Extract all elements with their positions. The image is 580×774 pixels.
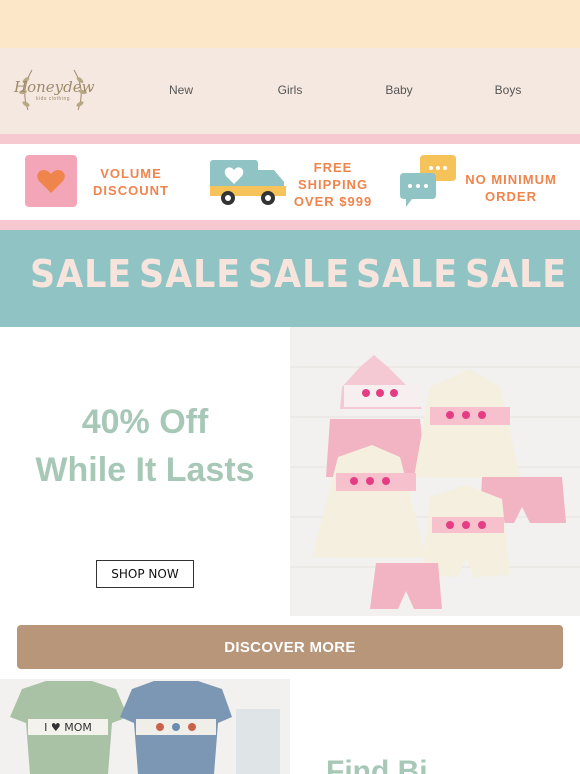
volume-line1: VOLUME xyxy=(100,166,162,181)
divider-top xyxy=(0,134,580,144)
minimum-line1: NO MINIMUM xyxy=(465,172,557,187)
promo-subheadline: While It Lasts xyxy=(35,451,255,489)
chat-bubbles-icon xyxy=(400,155,456,207)
divider-bottom xyxy=(0,220,580,230)
minimum-line2: ORDER xyxy=(485,189,537,204)
product-photo-girls-set[interactable] xyxy=(290,327,580,616)
volume-line2: DISCOUNT xyxy=(93,183,169,198)
product-photo-boys-set[interactable]: I ♥ MOM xyxy=(0,679,290,774)
heart-icon xyxy=(25,155,77,207)
top-banner xyxy=(0,0,580,48)
shop-now-button[interactable]: SHOP NOW xyxy=(96,560,194,588)
nav-new[interactable]: New xyxy=(151,83,211,97)
sale-word: SALE xyxy=(248,252,351,296)
shipping-line1: FREE xyxy=(313,160,353,175)
nav-girls[interactable]: Girls xyxy=(260,83,320,97)
brand-tagline: kids clothing xyxy=(35,96,70,102)
nav-boys[interactable]: Boys xyxy=(478,83,538,97)
brand-logo[interactable]: Honeydew kids clothing xyxy=(14,58,95,122)
header-nav: Honeydew kids clothing New Girls Baby Bo… xyxy=(0,48,580,134)
discover-more-button[interactable]: DISCOVER MORE xyxy=(17,625,563,669)
brand-name: Honeydew xyxy=(14,78,95,96)
smocked-dresses-image xyxy=(290,355,580,609)
sale-word: SALE xyxy=(465,252,568,296)
no-minimum-text: NO MINIMUM ORDER xyxy=(458,171,564,205)
volume-discount-text: VOLUME DISCOUNT xyxy=(88,165,174,199)
sale-word: SALE xyxy=(356,252,459,296)
free-shipping-text: FREE SHIPPING OVER $999 xyxy=(288,159,378,210)
nav-baby[interactable]: Baby xyxy=(369,83,429,97)
sale-word: SALE xyxy=(30,252,133,296)
delivery-truck-icon xyxy=(210,160,286,205)
promo-headline: 40% Off xyxy=(81,403,209,441)
features-strip: VOLUME DISCOUNT FREE SHIPPING OVER $999 … xyxy=(0,144,580,220)
sale-banner[interactable]: SALE SALE SALE SALE SALE xyxy=(0,230,580,327)
sale-word: SALE xyxy=(139,252,242,296)
shipping-line2: SHIPPING xyxy=(297,177,369,192)
tee-print-text: I ♥ MOM xyxy=(44,721,92,734)
next-section-heading: Find Bi xyxy=(326,755,428,774)
shipping-line3: OVER $999 xyxy=(293,194,373,209)
